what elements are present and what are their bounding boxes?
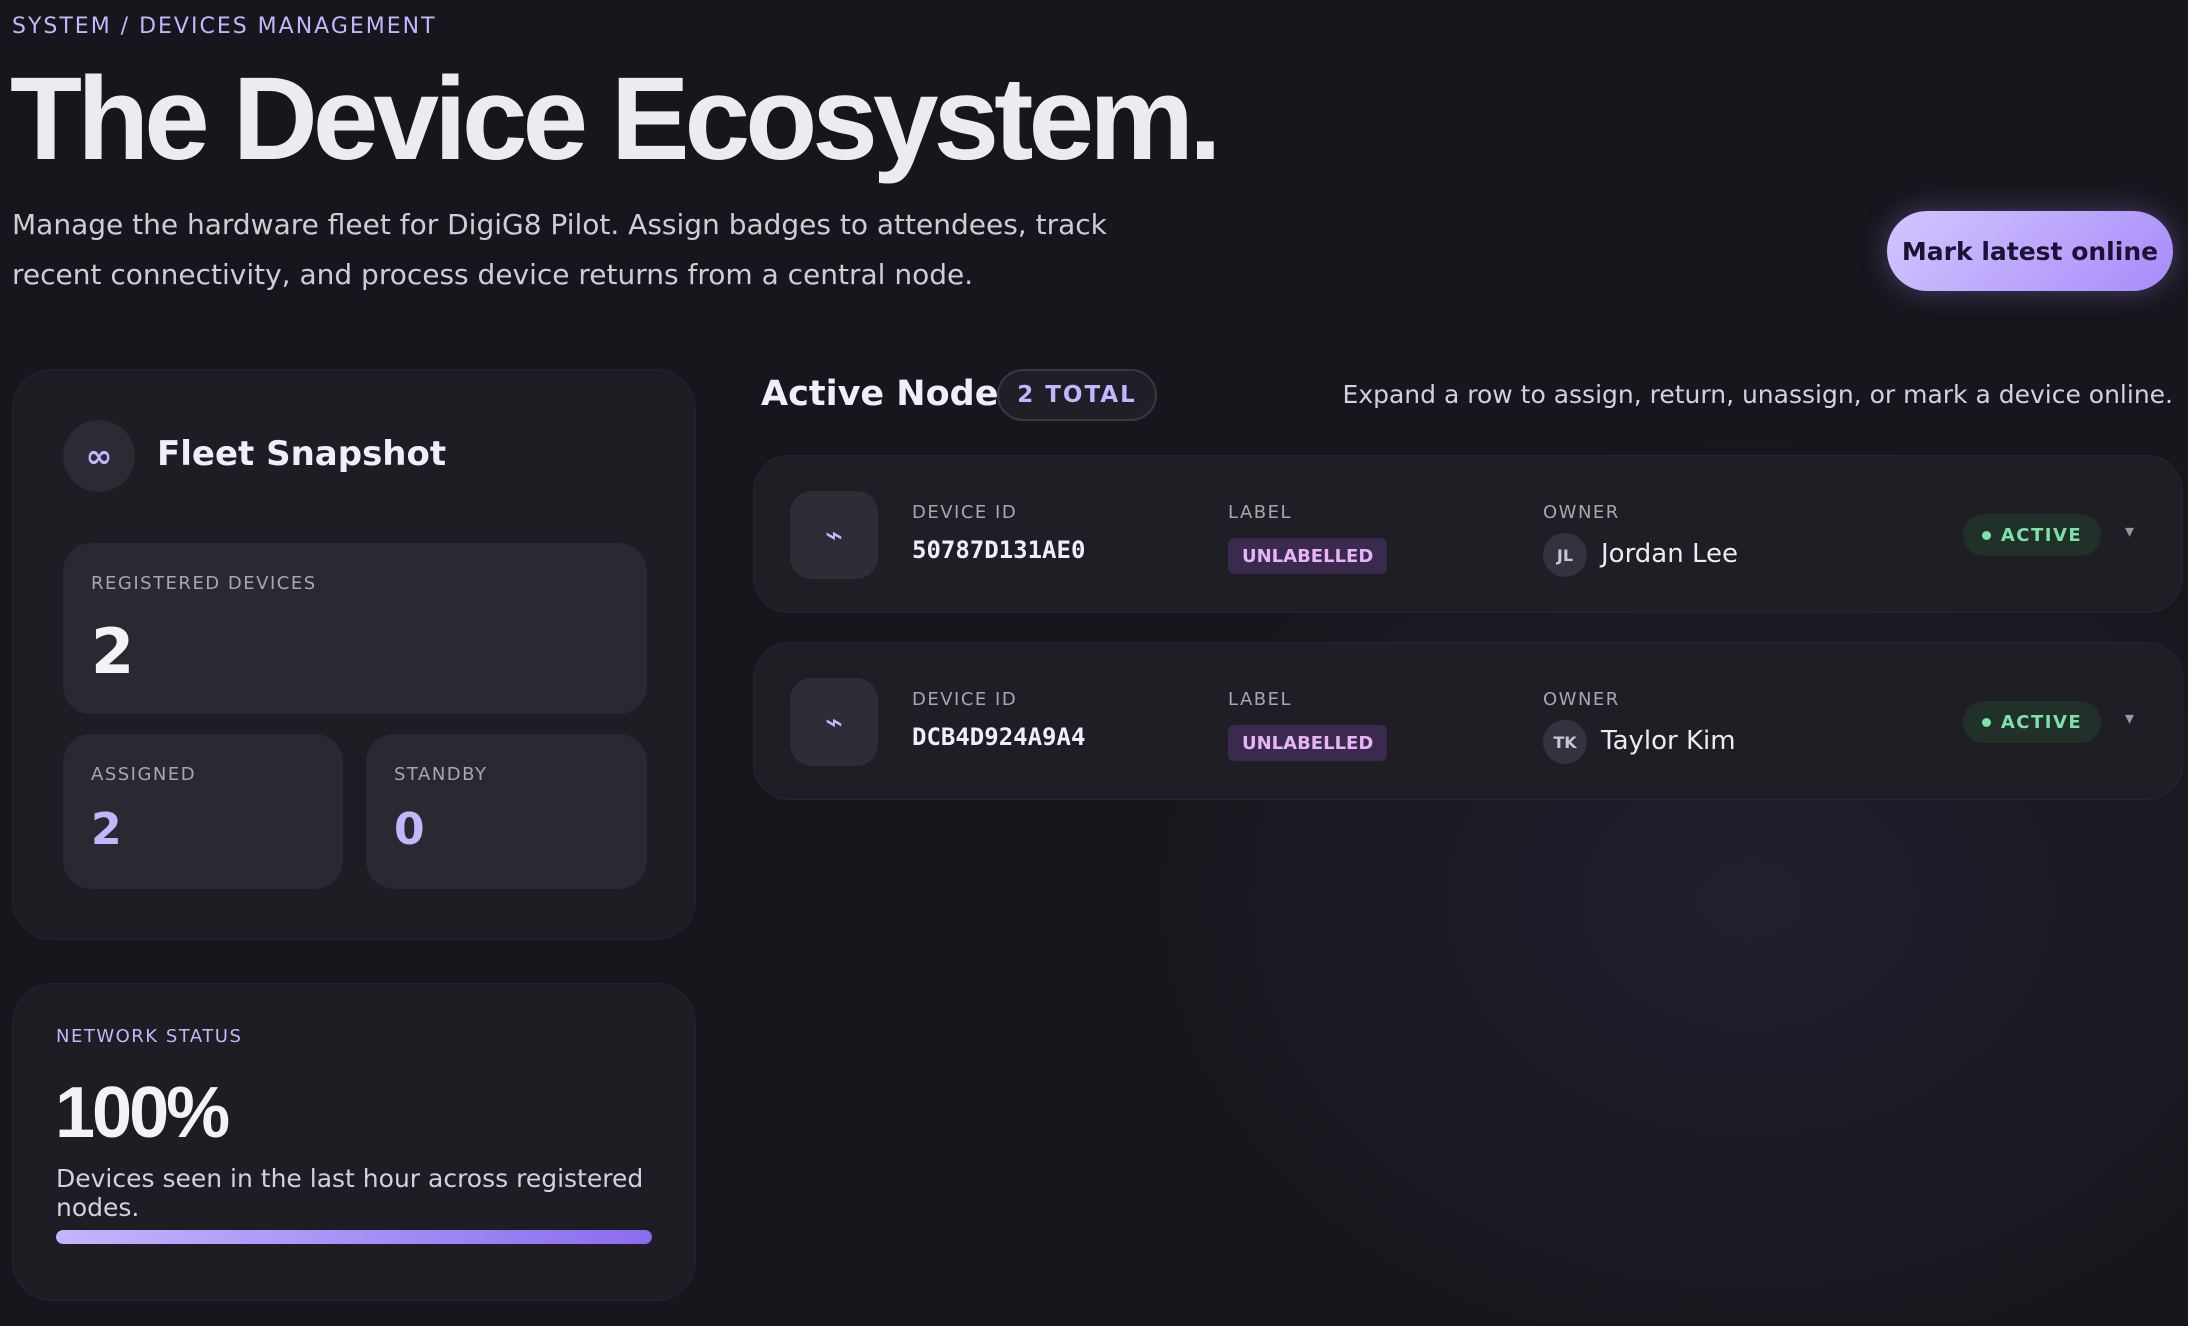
stat-label: REGISTERED DEVICES: [91, 573, 317, 594]
status-badge: ACTIVE: [1963, 514, 2101, 556]
status-text: ACTIVE: [2000, 524, 2083, 546]
owner-column-label: OWNER: [1543, 689, 1620, 710]
device-id-value: DCB4D924A9A4: [912, 723, 1086, 751]
infinity-icon: ∞: [63, 420, 135, 492]
network-progress-fill: [56, 1230, 652, 1244]
device-id-label: DEVICE ID: [912, 689, 1018, 710]
network-status-description: Devices seen in the last hour across reg…: [56, 1164, 644, 1222]
standby-stat: STANDBY 0: [366, 734, 647, 889]
label-chip: UNLABELLED: [1228, 538, 1388, 574]
mark-latest-online-button[interactable]: Mark latest online: [1887, 211, 2173, 291]
status-dot-icon: [1981, 717, 1991, 727]
status-text: ACTIVE: [2000, 711, 2083, 733]
chevron-down-icon[interactable]: ▾: [2125, 708, 2134, 729]
fleet-snapshot-title: Fleet Snapshot: [157, 434, 447, 474]
stat-value: 2: [91, 615, 135, 688]
stat-label: ASSIGNED: [91, 764, 197, 785]
stat-value: 0: [394, 804, 425, 855]
network-status-value: 100%: [55, 1073, 230, 1153]
total-count-badge: 2 TOTAL: [997, 369, 1157, 421]
bolt-icon: ⌁: [790, 678, 878, 766]
label-column-label: LABEL: [1228, 502, 1293, 523]
breadcrumb: SYSTEM / DEVICES MANAGEMENT: [12, 14, 437, 39]
status-badge: ACTIVE: [1963, 701, 2101, 743]
device-id-label: DEVICE ID: [912, 502, 1018, 523]
assigned-stat: ASSIGNED 2: [63, 734, 343, 889]
chevron-down-icon[interactable]: ▾: [2125, 521, 2134, 542]
registered-devices-stat: REGISTERED DEVICES 2: [63, 543, 647, 714]
fleet-snapshot-card: ∞ Fleet Snapshot REGISTERED DEVICES 2 AS…: [12, 369, 696, 940]
active-nodes-hint: Expand a row to assign, return, unassign…: [1342, 380, 2173, 409]
owner-name: Jordan Lee: [1601, 539, 1739, 569]
device-id-value: 50787D131AE0: [912, 536, 1086, 564]
avatar: TK: [1543, 720, 1587, 764]
network-progress-bar: [56, 1230, 652, 1244]
avatar: JL: [1543, 533, 1587, 577]
owner-name: Taylor Kim: [1601, 726, 1736, 756]
bolt-icon: ⌁: [790, 491, 878, 579]
status-dot-icon: [1981, 530, 1991, 540]
label-chip: UNLABELLED: [1228, 725, 1388, 761]
stat-value: 2: [91, 804, 122, 855]
page-title: The Device Ecosystem.: [10, 53, 1222, 185]
active-nodes-title: Active Nodes: [761, 374, 1020, 414]
device-row[interactable]: ⌁ DEVICE ID 50787D131AE0 LABEL UNLABELLE…: [753, 455, 2183, 613]
device-row[interactable]: ⌁ DEVICE ID DCB4D924A9A4 LABEL UNLABELLE…: [753, 642, 2183, 800]
network-status-card: NETWORK STATUS 100% Devices seen in the …: [12, 983, 696, 1301]
owner-column-label: OWNER: [1543, 502, 1620, 523]
label-column-label: LABEL: [1228, 689, 1293, 710]
page-subtitle: Manage the hardware fleet for DigiG8 Pil…: [12, 208, 1107, 291]
network-status-label: NETWORK STATUS: [56, 1026, 243, 1047]
stat-label: STANDBY: [394, 764, 488, 785]
